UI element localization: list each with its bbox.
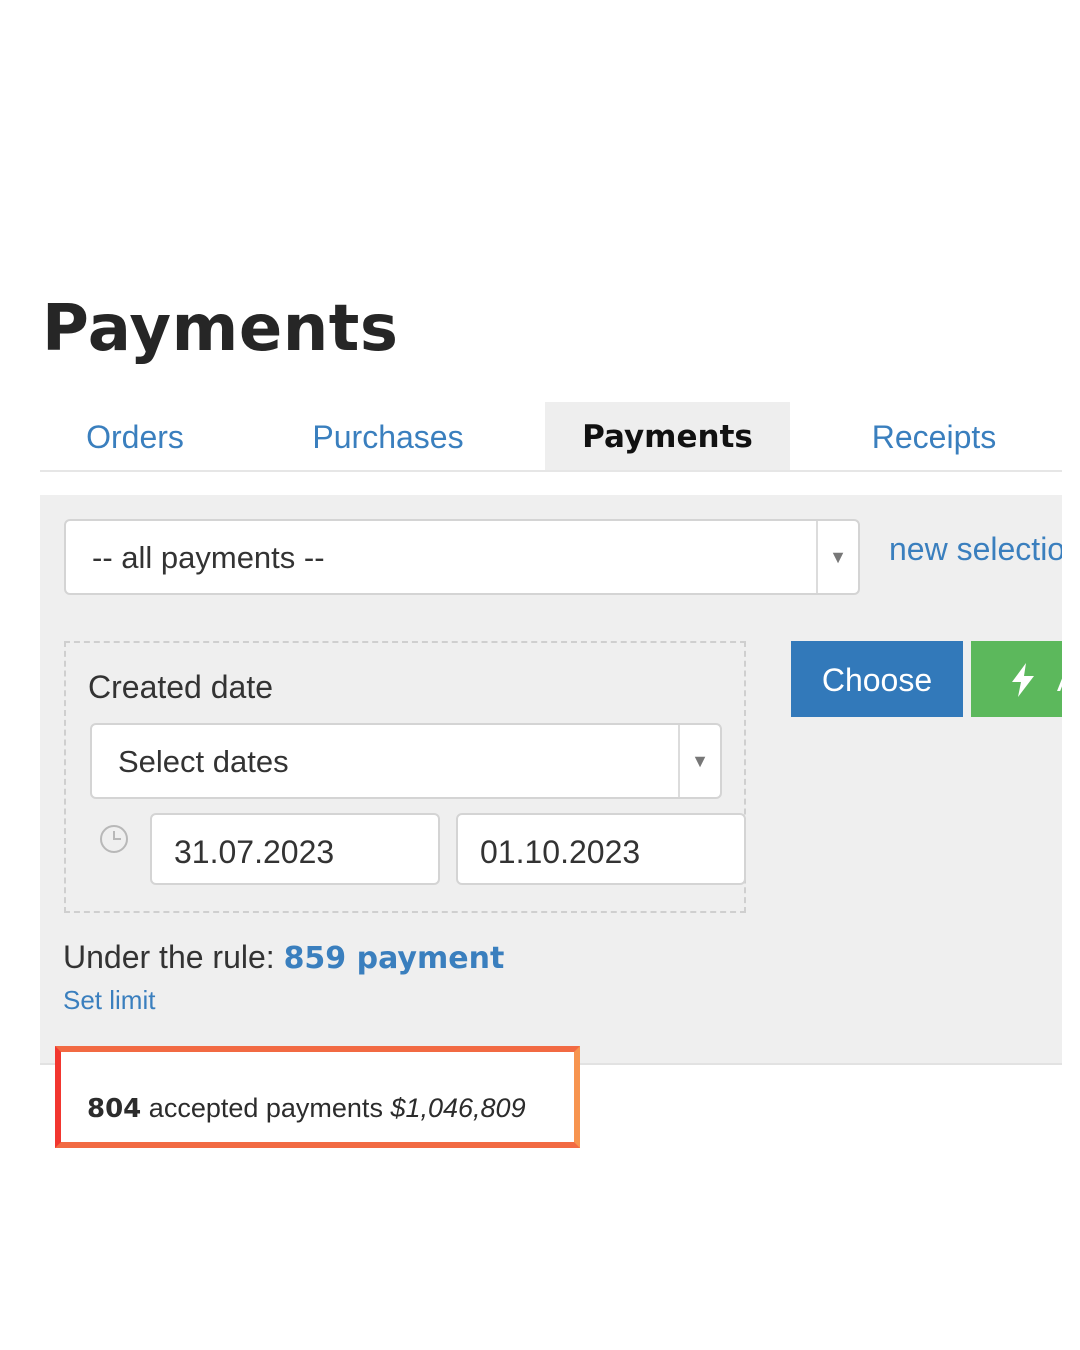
new-selection-link[interactable]: new selection (889, 531, 1062, 568)
clock-icon (100, 825, 128, 853)
quick-action-label: A (1057, 641, 1062, 719)
created-date-label: Created date (88, 669, 274, 705)
created-date-filter: Created date Select dates ▼ 31.07.2023 0… (64, 641, 746, 913)
triangle-down-icon[interactable]: ▼ (816, 521, 858, 593)
accepted-count: 804 (87, 1094, 142, 1124)
accepted-payments-highlight: 804 accepted payments $1,046,809 (55, 1046, 580, 1148)
rule-summary: Under the rule: 859 payment (63, 939, 504, 976)
filter-panel: -- all payments -- ▼ new selection Creat… (40, 495, 1062, 1065)
payment-type-selected-value: -- all payments -- (92, 540, 325, 575)
triangle-down-icon[interactable]: ▼ (678, 725, 720, 797)
date-range-selected-value: Select dates (118, 744, 289, 779)
accepted-amount: $1,046,809 (390, 1093, 526, 1123)
page-title: Payments (42, 292, 399, 366)
date-from-input[interactable]: 31.07.2023 (150, 813, 440, 885)
rule-count-link[interactable]: 859 payment (284, 941, 505, 976)
date-range-select[interactable]: Select dates ▼ (90, 723, 722, 799)
tab-bar: Orders Purchases Payments Receipts (40, 402, 1062, 472)
quick-action-button[interactable]: A (971, 641, 1062, 717)
choose-button[interactable]: Choose (791, 641, 963, 717)
payment-type-select[interactable]: -- all payments -- ▼ (64, 519, 860, 595)
tab-purchases[interactable]: Purchases (270, 402, 506, 470)
date-to-input[interactable]: 01.10.2023 (456, 813, 746, 885)
payments-page: Payments Orders Purchases Payments Recei… (0, 0, 1080, 1350)
set-limit-link[interactable]: Set limit (63, 985, 155, 1016)
tab-payments[interactable]: Payments (545, 402, 790, 470)
accepted-payments-summary: 804 accepted payments $1,046,809 (87, 1052, 526, 1165)
tab-orders[interactable]: Orders (40, 402, 230, 470)
accepted-label: accepted payments (148, 1093, 383, 1123)
tab-receipts[interactable]: Receipts (840, 402, 1028, 470)
lightning-bolt-icon (1012, 663, 1034, 697)
rule-prefix: Under the rule: (63, 939, 284, 975)
